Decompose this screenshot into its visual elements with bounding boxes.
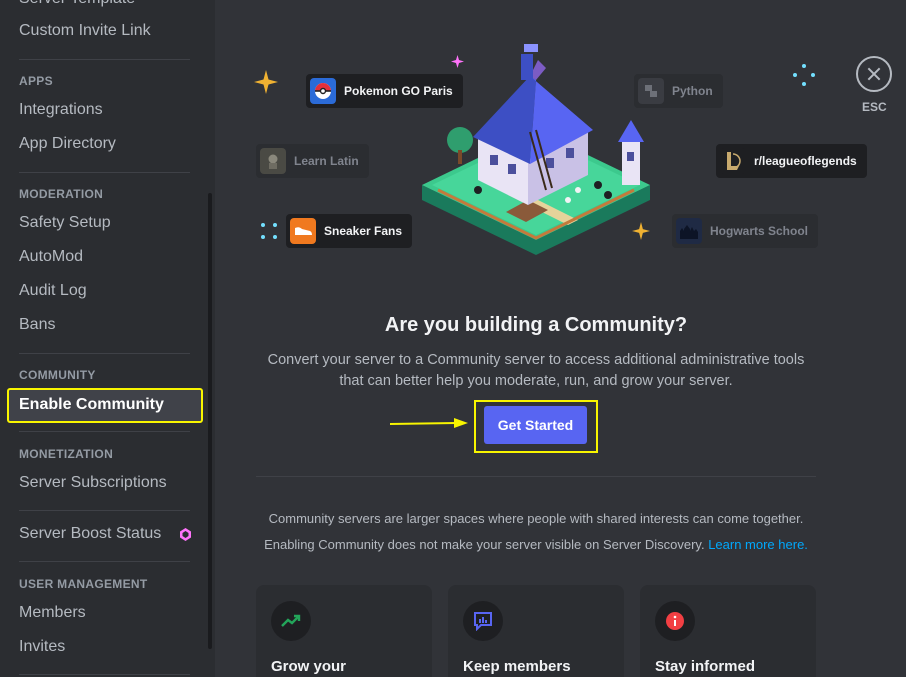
sidebar-item-server-boost-status[interactable]: Server Boost Status (19, 525, 161, 543)
sidebar-divider (19, 353, 190, 354)
esc-label: ESC (862, 100, 887, 114)
sidebar-divider (19, 510, 190, 511)
sidebar-item-bans[interactable]: Bans (19, 316, 55, 334)
sidebar-divider (19, 431, 190, 432)
sparkle-icon (793, 64, 815, 86)
visibility-note: Enabling Community does not make your se… (264, 537, 705, 552)
sidebar-section-community: COMMUNITY (19, 368, 96, 382)
sidebar-divider (19, 59, 190, 60)
sidebar-item-audit-log[interactable]: Audit Log (19, 282, 87, 300)
sidebar-section-user-management: USER MANAGEMENT (19, 577, 148, 591)
page-title: Are you building a Community? (384, 314, 688, 336)
community-visibility-text: Enabling Community does not make your se… (256, 537, 816, 552)
sidebar-section-monetization: MONETIZATION (19, 447, 114, 461)
close-button[interactable] (856, 56, 892, 92)
sidebar-item-members[interactable]: Members (19, 604, 86, 622)
castle-icon (676, 218, 702, 244)
server-chip-league: r/leagueoflegends (716, 144, 867, 178)
boost-gem-icon (180, 528, 191, 541)
sidebar-item-invites[interactable]: Invites (19, 638, 65, 656)
community-info-text: Community servers are larger spaces wher… (268, 511, 804, 526)
page-description: Convert your server to a Community serve… (267, 352, 805, 389)
sparkle-icon (254, 70, 278, 94)
settings-sidebar: Server Template Custom Invite Link APPS … (0, 0, 215, 677)
feature-card-keep-members: Keep members (448, 585, 624, 677)
sidebar-section-apps: APPS (19, 74, 53, 88)
chat-stats-icon (463, 601, 503, 641)
sparkle-icon (261, 223, 277, 239)
league-icon (720, 148, 746, 174)
sidebar-item-integrations[interactable]: Integrations (19, 101, 103, 119)
statue-icon (260, 148, 286, 174)
sidebar-item-enable-community[interactable]: Enable Community (7, 388, 203, 423)
chip-label: Sneaker Fans (324, 224, 403, 238)
get-started-button[interactable]: Get Started (484, 406, 587, 444)
sidebar-scrollbar[interactable] (208, 193, 212, 649)
learn-more-link[interactable]: Learn more here. (708, 537, 808, 552)
sidebar-item-server-template[interactable]: Server Template (19, 0, 135, 8)
sidebar-divider (19, 561, 190, 562)
chip-label: r/leagueoflegends (754, 154, 857, 168)
sneaker-icon (290, 218, 316, 244)
server-chip-latin: Learn Latin (256, 144, 369, 178)
sidebar-divider (19, 674, 190, 675)
card-title: Grow your (271, 658, 347, 675)
card-title: Keep members (463, 658, 571, 675)
arrow-right-icon (390, 418, 468, 428)
sidebar-item-custom-invite-link[interactable]: Custom Invite Link (19, 22, 151, 40)
sidebar-divider (19, 172, 190, 173)
sidebar-item-server-subscriptions[interactable]: Server Subscriptions (19, 474, 167, 492)
feature-card-grow: Grow your (256, 585, 432, 677)
sidebar-item-automod[interactable]: AutoMod (19, 248, 83, 266)
server-chip-hogwarts: Hogwarts School (672, 214, 819, 248)
server-chip-sneaker: Sneaker Fans (286, 214, 413, 248)
chip-label: Hogwarts School (710, 224, 809, 238)
community-house-illustration (422, 44, 650, 255)
card-title: Stay informed (655, 658, 756, 675)
trending-up-icon (271, 601, 311, 641)
sidebar-item-app-directory[interactable]: App Directory (19, 135, 116, 153)
sidebar-section-moderation: MODERATION (19, 187, 104, 201)
chip-label: Learn Latin (294, 154, 359, 168)
feature-card-stay-informed: Stay informed (640, 585, 816, 677)
pokeball-icon (310, 78, 336, 104)
chip-label: Python (672, 84, 713, 98)
info-icon (655, 601, 695, 641)
sidebar-item-safety-setup[interactable]: Safety Setup (19, 214, 111, 232)
content-divider (256, 476, 816, 477)
sidebar-item-label: Enable Community (19, 396, 164, 413)
